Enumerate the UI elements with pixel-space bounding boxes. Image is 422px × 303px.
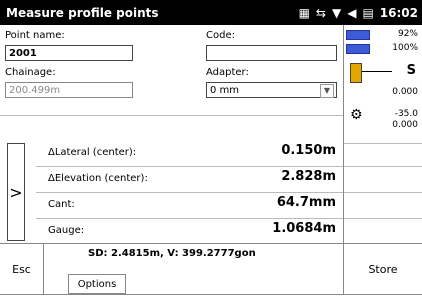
divider <box>0 115 343 116</box>
point-name-label: Point name: <box>5 30 65 41</box>
side-value-1: -35.0 <box>394 109 418 119</box>
measurement-label: ΔLateral (center): <box>48 147 137 158</box>
measurement-value: 64.7mm <box>276 195 336 210</box>
expand-chevron-button[interactable]: > <box>7 143 25 241</box>
battery-icon[interactable]: ▤ <box>362 6 373 20</box>
store-button[interactable]: Store <box>343 244 422 294</box>
prism-line <box>362 71 392 72</box>
row-divider <box>36 166 343 167</box>
chainage-input: 200.499m <box>5 82 133 98</box>
bottom-divider <box>0 294 422 295</box>
battery-percent-1: 92% <box>397 29 418 39</box>
row-divider <box>36 192 343 193</box>
measurement-row: Cant: 64.7mm <box>36 195 336 217</box>
main-panel: Point name: 2001 Code: Chainage: 200.499… <box>0 25 344 243</box>
chainage-label: Chainage: <box>5 67 56 78</box>
battery-bar-1 <box>346 30 370 40</box>
target-icon: ⚙ <box>350 107 363 123</box>
adapter-label: Adapter: <box>206 67 249 78</box>
side-divider <box>344 143 422 144</box>
code-input[interactable] <box>206 45 337 61</box>
measurement-row: ΔElevation (center): 2.828m <box>36 169 336 191</box>
measurement-row: ΔLateral (center): 0.150m <box>36 143 336 165</box>
status-icons: ▦ ⇆ ▼ ◀ ▤ 16:02 <box>299 6 422 20</box>
sd-readout: SD: 2.4815m, V: 399.2777gon <box>88 248 256 259</box>
measurement-row: Gauge: 1.0684m <box>36 221 336 243</box>
battery-bar-2 <box>346 44 370 54</box>
side-value-2: 0.000 <box>392 120 418 130</box>
volume-icon[interactable]: ◀ <box>347 6 356 20</box>
instrument-icon <box>350 63 362 83</box>
bottom-bar: Esc SD: 2.4815m, V: 399.2777gon Options … <box>0 243 422 303</box>
side-divider <box>344 218 422 219</box>
s-label: S <box>406 63 416 78</box>
side-divider <box>344 166 422 167</box>
measurement-value: 1.0684m <box>272 221 336 236</box>
point-name-input[interactable]: 2001 <box>5 45 133 61</box>
measurement-value: 2.828m <box>281 169 336 184</box>
side-status-panel: 92% 100% S 0.000 ⚙ -35.0 0.000 <box>344 25 422 243</box>
options-button[interactable]: Options <box>68 274 126 294</box>
chevron-right-icon: > <box>9 182 23 202</box>
bluetooth-icon[interactable]: ▦ <box>299 6 310 20</box>
title-bar: Measure profile points ▦ ⇆ ▼ ◀ ▤ 16:02 <box>0 0 422 25</box>
clock: 16:02 <box>379 5 418 20</box>
battery-percent-2: 100% <box>392 43 418 53</box>
s-value: 0.000 <box>392 87 418 97</box>
signal-icon[interactable]: ▼ <box>332 6 341 20</box>
adapter-value: 0 mm <box>210 85 240 96</box>
dropdown-arrow-icon[interactable]: ▼ <box>320 84 334 98</box>
sync-icon[interactable]: ⇆ <box>316 6 326 20</box>
row-divider <box>36 218 343 219</box>
measurement-label: Cant: <box>48 199 75 210</box>
code-label: Code: <box>206 30 235 41</box>
window-title: Measure profile points <box>6 5 159 20</box>
measurement-label: ΔElevation (center): <box>48 173 148 184</box>
esc-button[interactable]: Esc <box>0 244 44 294</box>
measurement-label: Gauge: <box>48 225 85 236</box>
adapter-select[interactable]: 0 mm ▼ <box>206 82 337 98</box>
side-divider <box>344 192 422 193</box>
measurement-value: 0.150m <box>281 143 336 158</box>
